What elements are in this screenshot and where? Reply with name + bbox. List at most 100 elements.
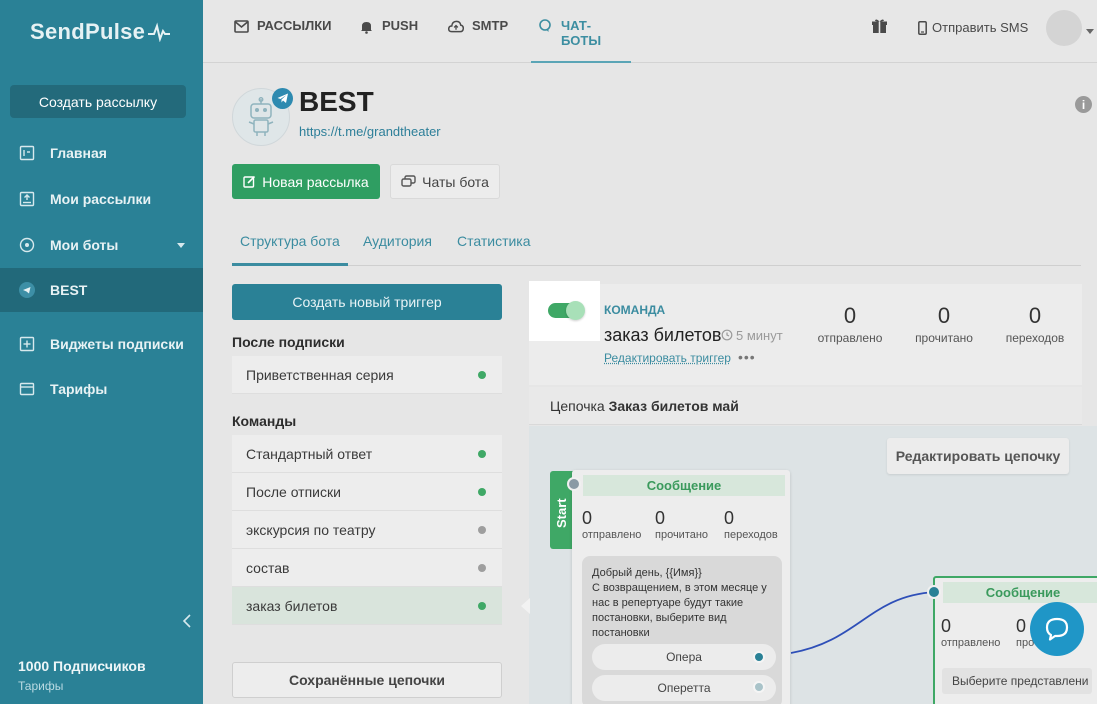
bot-title: BEST: [299, 86, 374, 117]
stat-read: 0 прочитано: [909, 303, 979, 345]
sidebar-item-best[interactable]: BEST: [0, 268, 203, 312]
option-button-opera[interactable]: Опера: [592, 644, 776, 670]
option-button-operetta[interactable]: Оперетта: [592, 675, 776, 701]
node-stat-value: 0: [582, 508, 593, 528]
command-item-label: Стандартный ответ: [246, 445, 373, 462]
edit-chain-button[interactable]: Редактировать цепочку: [887, 438, 1069, 474]
mail-upload-icon: [18, 190, 36, 208]
logo[interactable]: SendPulse: [0, 0, 203, 63]
chevron-down-icon[interactable]: [1086, 29, 1094, 34]
more-options-icon[interactable]: •••: [738, 349, 756, 365]
tab-push[interactable]: PUSH: [358, 0, 418, 63]
create-trigger-button[interactable]: Создать новый триггер: [232, 284, 502, 320]
trigger-item-welcome[interactable]: Приветственная серия: [232, 356, 502, 394]
status-dot: [478, 371, 486, 379]
pulse-icon: [147, 22, 171, 42]
tab-label: ЧАТ-БОТЫ: [560, 18, 602, 48]
gift-icon[interactable]: [872, 18, 887, 34]
edit-trigger-link[interactable]: Редактировать триггер: [604, 351, 731, 365]
node-input-dot[interactable]: [567, 477, 581, 491]
phone-icon: [918, 20, 927, 35]
stat-value: 0: [1028, 303, 1042, 328]
command-item-label: заказ билетов: [246, 597, 338, 614]
bell-icon: [358, 18, 374, 34]
sidebar-item-my-mailings[interactable]: Мои рассылки: [0, 177, 203, 221]
sidebar-item-tariffs[interactable]: Тарифы: [0, 367, 203, 411]
tab-audience[interactable]: Аудитория: [363, 232, 432, 266]
node-stat-label: отправлено: [582, 529, 642, 541]
bot-chats-button[interactable]: Чаты бота: [390, 164, 500, 199]
node-stat-read: 0 прочитано: [655, 508, 708, 541]
message-node-title: Сообщение: [943, 582, 1097, 603]
sidebar-item-label: Тарифы: [50, 381, 108, 397]
command-item[interactable]: После отписки: [232, 473, 502, 511]
node-stat-label: прочитано: [655, 529, 709, 541]
send-sms-button[interactable]: Отправить SMS: [918, 20, 1028, 35]
stat-clicks: 0 переходов: [1000, 303, 1070, 345]
sidebar-item-home[interactable]: Главная: [0, 131, 203, 175]
info-icon[interactable]: i: [1075, 96, 1092, 113]
option-output-dot[interactable]: [753, 681, 765, 693]
edit-icon: [243, 175, 256, 188]
chain-name: Заказ билетов май: [608, 397, 739, 414]
bot-link[interactable]: https://t.me/grandtheater: [299, 124, 441, 139]
tab-label: PUSH: [382, 18, 419, 33]
node-stat-clicks: 0 переходов: [724, 508, 778, 541]
card-icon: [18, 380, 36, 398]
tab-chatbots[interactable]: ЧАТ-БОТЫ: [531, 0, 631, 63]
option-label: Оперетта: [657, 681, 711, 695]
stat-label: отправлено: [817, 331, 883, 345]
chain-prefix: Цепочка: [550, 397, 605, 414]
command-item-label: экскурсия по театру: [246, 521, 376, 538]
user-avatar[interactable]: [1046, 10, 1082, 46]
home-icon: [18, 144, 36, 162]
node-stat-label: отправлено: [941, 637, 1001, 649]
status-dot: [478, 450, 486, 458]
message-line: постановки: [592, 627, 650, 639]
logo-text: SendPulse: [30, 18, 146, 44]
saved-chains-button[interactable]: Сохранённые цепочки: [232, 662, 502, 698]
sidebar-item-label: Мои боты: [50, 237, 119, 253]
node-input-dot[interactable]: [927, 585, 941, 599]
collapse-panel-icon[interactable]: [521, 598, 530, 614]
main-content: BEST https://t.me/grandtheater i Новая р…: [203, 64, 1097, 704]
message-line: постановки, выберите вид: [592, 612, 727, 624]
command-item-label: После отписки: [246, 483, 341, 500]
tab-smtp[interactable]: SMTP: [448, 0, 508, 63]
tab-mailings[interactable]: РАССЫЛКИ: [233, 0, 332, 63]
trigger-type-label: КОМАНДА: [604, 303, 666, 317]
create-mailing-button[interactable]: Создать рассылку: [10, 85, 186, 118]
support-chat-button[interactable]: [1030, 602, 1084, 656]
command-item-selected[interactable]: заказ билетов: [232, 587, 502, 625]
stat-value: 0: [937, 303, 951, 328]
collapse-sidebar-icon[interactable]: [182, 614, 192, 628]
bot-subtabs: Структура бота Аудитория Статистика: [232, 232, 1081, 266]
option-output-dot[interactable]: [753, 651, 765, 663]
chevron-down-icon: [177, 243, 185, 248]
sidebar: SendPulse Создать рассылку Главная Мои р…: [0, 0, 203, 704]
sidebar-item-my-bots[interactable]: Мои боты: [0, 223, 203, 267]
option-button-select[interactable]: Выберите представлени: [942, 668, 1092, 694]
cloud-upload-icon: [448, 18, 464, 34]
widget-icon: [18, 335, 36, 353]
stat-value: 0: [843, 303, 857, 328]
tariffs-link[interactable]: Тарифы: [18, 679, 63, 693]
node-stat-value: 0: [724, 508, 735, 528]
start-label: Start: [554, 498, 569, 528]
option-label: Опера: [666, 650, 702, 664]
node-stat-sent: 0 отправлено: [941, 616, 1000, 649]
command-item[interactable]: Стандартный ответ: [232, 435, 502, 473]
sidebar-item-widgets[interactable]: Виджеты подписки: [0, 322, 203, 366]
new-mailing-button[interactable]: Новая рассылка: [232, 164, 380, 199]
command-item[interactable]: состав: [232, 549, 502, 587]
tab-bot-structure[interactable]: Структура бота: [232, 232, 348, 266]
stat-label: переходов: [1005, 331, 1065, 345]
tab-label: РАССЫЛКИ: [257, 18, 332, 33]
tab-statistics[interactable]: Статистика: [457, 232, 531, 266]
sidebar-item-label: Виджеты подписки: [50, 336, 184, 352]
toggle-knob[interactable]: [566, 301, 585, 320]
send-sms-label: Отправить SMS: [932, 20, 1029, 35]
subscribers-count: 1000 Подписчиков: [18, 658, 146, 674]
status-dot: [478, 564, 486, 572]
command-item[interactable]: экскурсия по театру: [232, 511, 502, 549]
